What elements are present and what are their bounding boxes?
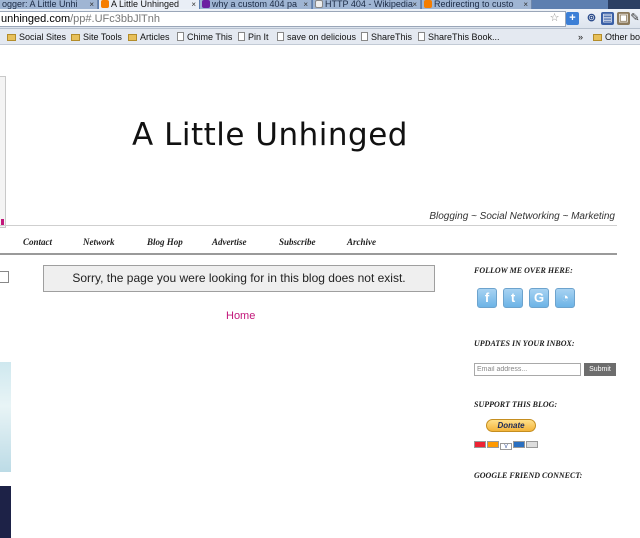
bookmark-label: ShareThis — [371, 32, 413, 42]
tab-close-icon[interactable]: × — [89, 0, 94, 9]
blog-tagline: Blogging ~ Social Networking ~ Marketing — [429, 211, 615, 222]
tab-label: ogger: A Little Unhi — [2, 0, 78, 9]
browser-tab-strip: ogger: A Little Unhi × A Little Unhinged… — [0, 0, 640, 9]
discover-icon — [487, 441, 499, 448]
bookmarks-bar: Social Sites Site Tools Articles Chime T… — [0, 29, 640, 45]
header-divider — [0, 225, 617, 226]
bookmark-label: Other bo — [605, 32, 640, 42]
bookmark-label: ShareThis Book... — [428, 32, 500, 42]
bookmark-label: save on delicious — [287, 32, 357, 42]
rss-icon[interactable]: ◔ — [555, 288, 575, 308]
page-icon — [238, 32, 245, 41]
url-host: unhinged.com — [1, 13, 71, 25]
blogger-icon — [424, 0, 432, 8]
nav-subscribe[interactable]: Subscribe — [279, 237, 316, 247]
bookmark-sharethis-book[interactable]: ShareThis Book... — [418, 29, 500, 45]
bookmark-social-sites[interactable]: Social Sites — [7, 29, 66, 45]
donate-button[interactable]: Donate — [486, 419, 536, 432]
nav-network[interactable]: Network — [83, 237, 115, 247]
yahoo-icon — [202, 0, 210, 8]
visa-icon: V — [500, 443, 512, 450]
bookmark-articles[interactable]: Articles — [128, 29, 170, 45]
nav-archive[interactable]: Archive — [347, 237, 376, 247]
tab-redirecting[interactable]: Redirecting to custo × — [422, 0, 532, 9]
tab-close-icon[interactable]: × — [303, 0, 308, 9]
blogger-icon — [101, 0, 109, 8]
left-sidebar-image — [0, 362, 11, 472]
extension-icon[interactable]: ▤ — [601, 12, 614, 25]
home-link[interactable]: Home — [226, 310, 255, 322]
not-found-message: Sorry, the page you were looking for in … — [43, 265, 435, 292]
plus-icon[interactable]: + — [566, 12, 579, 25]
tab-http-404-wikipedia[interactable]: HTTP 404 - Wikipedia × — [313, 0, 421, 9]
google-icon[interactable]: G — [529, 288, 549, 308]
bookmark-label: Pin It — [248, 32, 269, 42]
bookmark-label: Social Sites — [19, 32, 67, 42]
facebook-icon[interactable]: f — [477, 288, 497, 308]
blog-title[interactable]: A Little Unhinged — [0, 117, 640, 153]
extension-icon[interactable]: ▣ — [617, 12, 630, 25]
page-icon — [418, 32, 425, 41]
nav-divider — [0, 253, 617, 255]
support-heading: SUPPORT THIS BLOG: — [474, 400, 558, 409]
tab-label: Redirecting to custo — [434, 0, 514, 9]
amex-icon — [513, 441, 525, 448]
folder-icon — [71, 34, 80, 41]
nav-advertise[interactable]: Advertise — [212, 237, 247, 247]
chevron-right-icon[interactable]: » — [578, 29, 583, 45]
tab-close-icon[interactable]: × — [191, 0, 196, 9]
payment-cards: V — [474, 435, 539, 450]
address-bar[interactable]: unhinged.com/pp#.UFc3bbJlTnh — [0, 11, 566, 27]
tab-blogger-dashboard[interactable]: ogger: A Little Unhi × — [0, 0, 98, 9]
wrench-icon[interactable]: ✎ — [630, 12, 640, 25]
folder-icon — [7, 34, 16, 41]
bank-icon — [526, 441, 538, 448]
tab-label: why a custom 404 pa — [212, 0, 298, 9]
folder-icon — [128, 34, 137, 41]
window-controls[interactable] — [608, 0, 640, 9]
email-field[interactable] — [474, 363, 581, 376]
tab-close-icon[interactable]: × — [523, 0, 528, 9]
nav-contact[interactable]: Contact — [23, 237, 52, 247]
bookmark-sharethis[interactable]: ShareThis — [361, 29, 412, 45]
wikipedia-icon — [315, 0, 323, 8]
updates-heading: UPDATES IN YOUR INBOX: — [474, 339, 575, 348]
twitter-icon[interactable]: t — [503, 288, 523, 308]
tab-a-little-unhinged[interactable]: A Little Unhinged × — [99, 0, 199, 9]
mastercard-icon — [474, 441, 486, 448]
bookmark-chime-this[interactable]: Chime This — [177, 29, 232, 45]
tab-custom-404[interactable]: why a custom 404 pa × — [200, 0, 312, 9]
gfc-heading: GOOGLE FRIEND CONNECT: — [474, 471, 583, 480]
bookmark-save-on-delicious[interactable]: save on delicious — [277, 29, 356, 45]
browser-toolbar: unhinged.com/pp#.UFc3bbJlTnh ☆ + ⊚ ▤ ▣ ✎ — [0, 9, 640, 29]
page-icon — [277, 32, 284, 41]
page-icon — [177, 32, 184, 41]
submit-button[interactable]: Submit — [584, 363, 616, 376]
page-icon — [361, 32, 368, 41]
tab-label: A Little Unhinged — [111, 0, 180, 9]
bookmark-other[interactable]: Other bo — [593, 29, 640, 45]
url-path: /pp#.UFc3bbJlTnh — [70, 13, 160, 25]
bookmark-label: Site Tools — [83, 32, 122, 42]
folder-icon — [593, 34, 602, 41]
left-sidebar-image — [0, 486, 11, 538]
tab-label: HTTP 404 - Wikipedia — [325, 0, 413, 9]
stumbleupon-icon[interactable]: ⊚ — [585, 12, 598, 25]
star-icon[interactable]: ☆ — [548, 12, 561, 25]
bookmark-pin-it[interactable]: Pin It — [238, 29, 269, 45]
bookmark-site-tools[interactable]: Site Tools — [71, 29, 122, 45]
bookmark-label: Chime This — [187, 32, 233, 42]
left-sidebar-box — [0, 271, 9, 283]
tab-close-icon[interactable]: × — [412, 0, 417, 9]
follow-heading: FOLLOW ME OVER HERE: — [474, 266, 573, 275]
bookmark-label: Articles — [140, 32, 170, 42]
nav-blog-hop[interactable]: Blog Hop — [147, 237, 183, 247]
